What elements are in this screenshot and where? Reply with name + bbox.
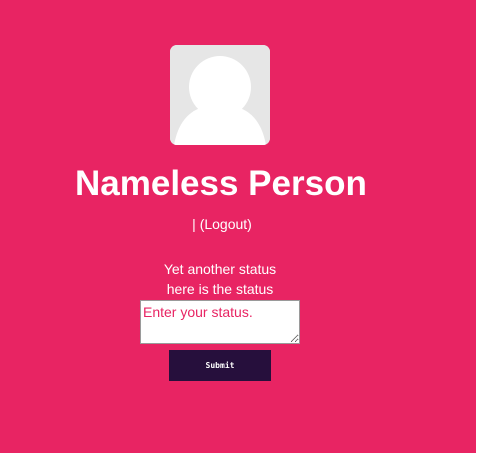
submit-button[interactable]: Submit <box>169 350 271 381</box>
status-input[interactable] <box>140 300 300 344</box>
avatar <box>170 45 270 145</box>
status-text-2: here is the status <box>166 281 274 297</box>
status-text-1: Yet another status <box>163 261 277 277</box>
logout-line: | (Logout) <box>0 216 444 233</box>
profile-name: Nameless Person <box>75 164 367 203</box>
logout-separator: | <box>192 216 200 232</box>
logout-link[interactable]: (Logout) <box>200 216 252 232</box>
default-user-silhouette-icon <box>170 45 270 145</box>
